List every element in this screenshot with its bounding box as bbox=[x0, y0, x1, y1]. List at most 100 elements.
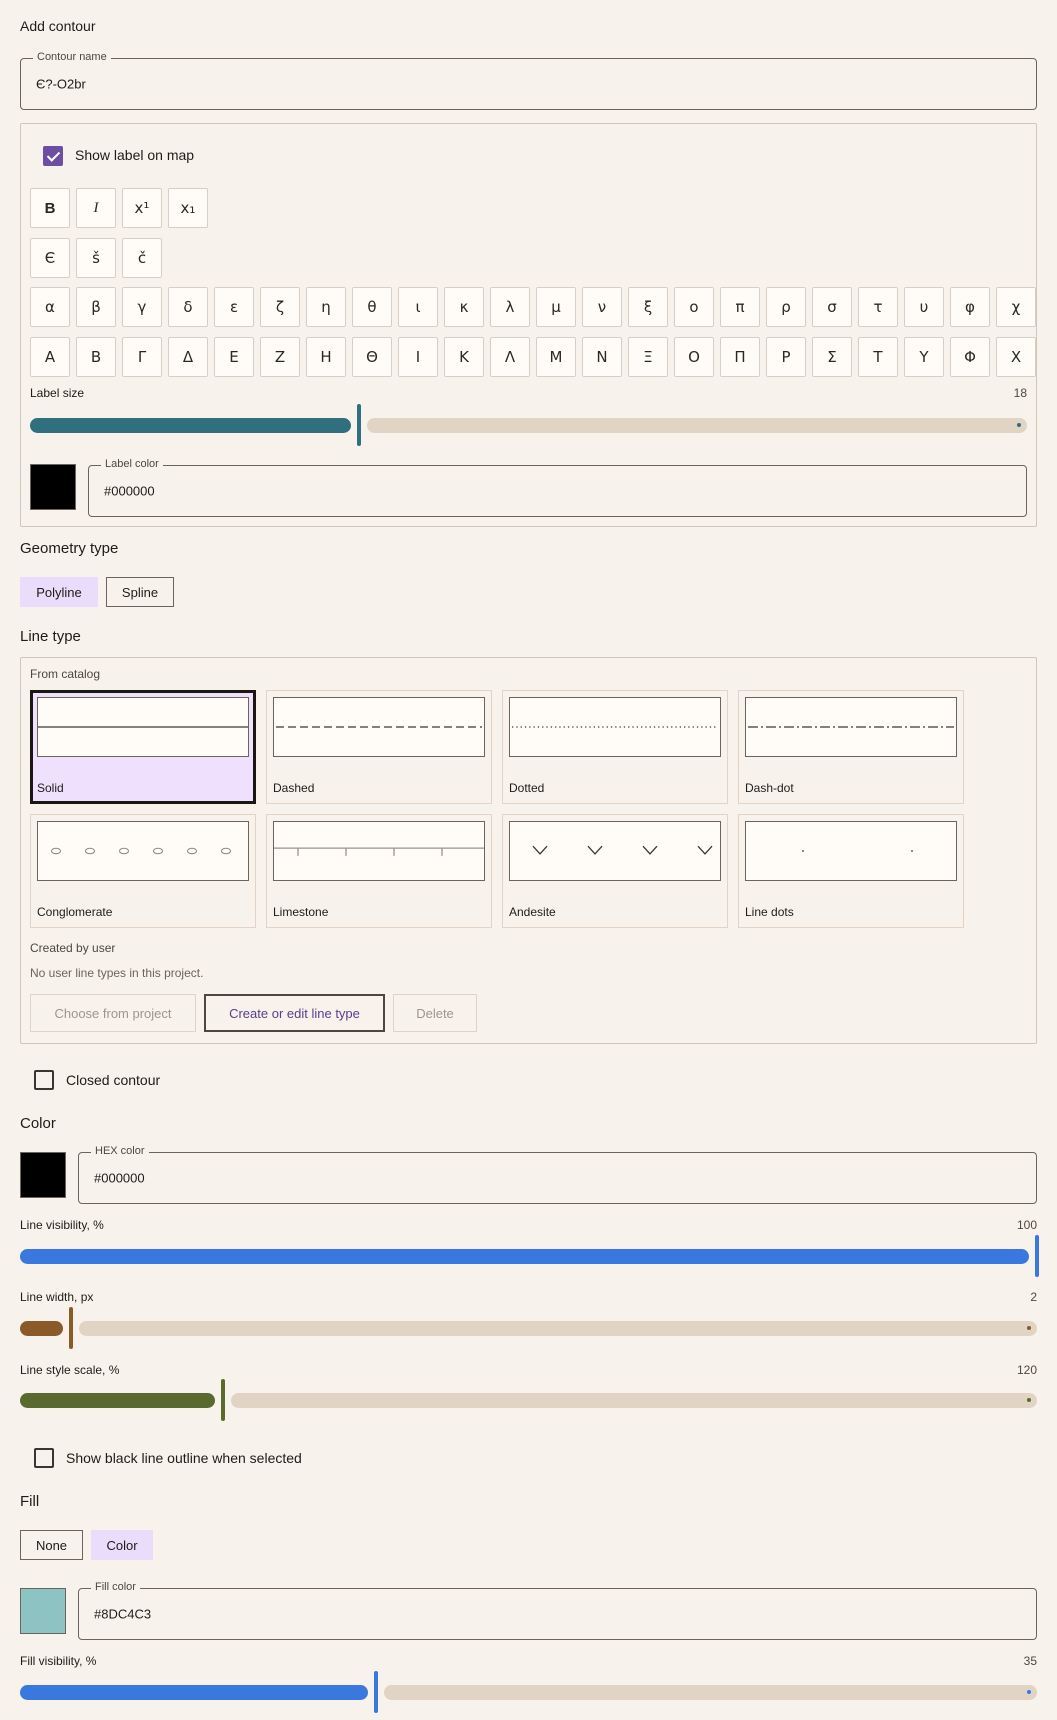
slider-inactive-track bbox=[383, 1685, 1037, 1700]
show-label-checkbox[interactable] bbox=[43, 146, 63, 166]
greek-upper-key[interactable]: Τ bbox=[858, 337, 898, 377]
black-outline-text: Show black line outline when selected bbox=[66, 1450, 302, 1466]
greek-lower-key[interactable]: φ bbox=[950, 287, 990, 327]
greek-lower-key[interactable]: θ bbox=[352, 287, 392, 327]
fill-color-field[interactable]: Fill color #8DC4C3 bbox=[78, 1581, 1037, 1640]
fill-none-button[interactable]: None bbox=[20, 1530, 83, 1560]
greek-lower-key[interactable]: ρ bbox=[766, 287, 806, 327]
fill-color-swatch[interactable] bbox=[20, 1588, 66, 1634]
line-type-card-line-dots[interactable]: Line dots bbox=[738, 814, 964, 928]
greek-upper-key[interactable]: Θ bbox=[352, 337, 392, 377]
greek-lower-key[interactable]: ο bbox=[674, 287, 714, 327]
special-char-key[interactable]: Є bbox=[30, 238, 70, 278]
line-type-name: Limestone bbox=[273, 905, 329, 919]
slider-thumb[interactable] bbox=[1035, 1235, 1039, 1277]
greek-upper-key[interactable]: Δ bbox=[168, 337, 208, 377]
greek-upper-key[interactable]: Π bbox=[720, 337, 760, 377]
slider-thumb[interactable] bbox=[373, 1671, 378, 1713]
greek-lower-key[interactable]: ν bbox=[582, 287, 622, 327]
format-key[interactable]: B bbox=[30, 188, 70, 228]
slider-active-track bbox=[20, 1321, 63, 1336]
greek-upper-key[interactable]: Σ bbox=[812, 337, 852, 377]
greek-upper-key[interactable]: Η bbox=[306, 337, 346, 377]
greek-upper-key[interactable]: Υ bbox=[904, 337, 944, 377]
hex-color-swatch[interactable] bbox=[20, 1152, 66, 1198]
greek-lower-key[interactable]: υ bbox=[904, 287, 944, 327]
line-type-name: Line dots bbox=[745, 905, 794, 919]
greek-lower-key[interactable]: κ bbox=[444, 287, 484, 327]
line-type-card-solid[interactable]: Solid bbox=[30, 690, 256, 804]
greek-upper-key[interactable]: Λ bbox=[490, 337, 530, 377]
line-type-card-dotted[interactable]: Dotted bbox=[502, 690, 728, 804]
line-width-label: Line width, px bbox=[20, 1290, 94, 1304]
slider-inactive-track bbox=[231, 1393, 1037, 1408]
greek-upper-key[interactable]: Ε bbox=[214, 337, 254, 377]
slider-active-track bbox=[30, 418, 351, 433]
greek-upper-key[interactable]: Μ bbox=[536, 337, 576, 377]
greek-upper-key[interactable]: Ξ bbox=[628, 337, 668, 377]
geometry-spline-button[interactable]: Spline bbox=[106, 577, 174, 607]
greek-upper-key[interactable]: Ι bbox=[398, 337, 438, 377]
geometry-polyline-button[interactable]: Polyline bbox=[20, 577, 98, 607]
slider-thumb[interactable] bbox=[357, 404, 361, 446]
line-type-name: Dash-dot bbox=[745, 781, 794, 795]
greek-lower-key[interactable]: σ bbox=[812, 287, 852, 327]
greek-upper-key[interactable]: Β bbox=[76, 337, 116, 377]
special-char-key[interactable]: š bbox=[76, 238, 116, 278]
format-key[interactable]: x₁ bbox=[168, 188, 208, 228]
line-visibility-label: Line visibility, % bbox=[20, 1218, 104, 1232]
slider-active-track bbox=[20, 1249, 1029, 1264]
greek-upper-key[interactable]: Ζ bbox=[260, 337, 300, 377]
line-pattern-preview-icon bbox=[512, 726, 718, 728]
line-pattern-preview-icon bbox=[276, 726, 482, 728]
format-key[interactable]: x¹ bbox=[122, 188, 162, 228]
black-outline-checkbox[interactable] bbox=[34, 1448, 54, 1468]
greek-lower-key[interactable]: π bbox=[720, 287, 760, 327]
greek-lower-key[interactable]: γ bbox=[122, 287, 162, 327]
greek-lower-key[interactable]: μ bbox=[536, 287, 576, 327]
line-type-card-dash-dot[interactable]: Dash-dot bbox=[738, 690, 964, 804]
greek-lower-key[interactable]: λ bbox=[490, 287, 530, 327]
greek-upper-key[interactable]: Κ bbox=[444, 337, 484, 377]
greek-lower-key[interactable]: β bbox=[76, 287, 116, 327]
greek-upper-key[interactable]: Ν bbox=[582, 337, 622, 377]
label-color-field[interactable]: Label color #000000 bbox=[88, 458, 1027, 517]
label-color-swatch[interactable] bbox=[30, 464, 76, 510]
greek-lower-key[interactable]: ζ bbox=[260, 287, 300, 327]
choose-from-project-button[interactable]: Choose from project bbox=[30, 994, 196, 1032]
greek-lower-key[interactable]: ι bbox=[398, 287, 438, 327]
greek-upper-key[interactable]: Χ bbox=[996, 337, 1036, 377]
line-type-card-andesite[interactable]: Andesite bbox=[502, 814, 728, 928]
greek-lower-key[interactable]: δ bbox=[168, 287, 208, 327]
greek-upper-key[interactable]: Ο bbox=[674, 337, 714, 377]
greek-upper-key[interactable]: Γ bbox=[122, 337, 162, 377]
format-key[interactable]: I bbox=[76, 188, 116, 228]
greek-lower-key[interactable]: χ bbox=[996, 287, 1036, 327]
delete-line-type-button[interactable]: Delete bbox=[393, 994, 477, 1032]
line-type-preview bbox=[745, 821, 957, 881]
closed-contour-checkbox[interactable] bbox=[34, 1070, 54, 1090]
greek-lower-key[interactable]: α bbox=[30, 287, 70, 327]
line-visibility-value: 100 bbox=[1016, 1218, 1037, 1232]
line-style-scale-value: 120 bbox=[1016, 1363, 1037, 1377]
greek-upper-key[interactable]: Ρ bbox=[766, 337, 806, 377]
special-char-key[interactable]: č bbox=[122, 238, 162, 278]
line-type-card-limestone[interactable]: Limestone bbox=[266, 814, 492, 928]
greek-lower-key[interactable]: ε bbox=[214, 287, 254, 327]
line-type-card-conglomerate[interactable]: Conglomerate bbox=[30, 814, 256, 928]
line-width-value: 2 bbox=[1030, 1290, 1037, 1304]
fill-color-button[interactable]: Color bbox=[91, 1530, 153, 1560]
contour-name-field[interactable]: Contour name Є?-O2br bbox=[20, 51, 1037, 110]
greek-lower-key[interactable]: η bbox=[306, 287, 346, 327]
greek-lower-key[interactable]: ξ bbox=[628, 287, 668, 327]
hex-color-field[interactable]: HEX color #000000 bbox=[78, 1145, 1037, 1204]
slider-thumb[interactable] bbox=[221, 1379, 226, 1421]
line-type-name: Solid bbox=[37, 781, 64, 795]
line-type-preview bbox=[509, 821, 721, 881]
greek-upper-key[interactable]: Φ bbox=[950, 337, 990, 377]
create-line-type-button[interactable]: Create or edit line type bbox=[204, 994, 385, 1032]
greek-lower-key[interactable]: τ bbox=[858, 287, 898, 327]
greek-upper-key[interactable]: Α bbox=[30, 337, 70, 377]
slider-thumb[interactable] bbox=[68, 1307, 73, 1349]
line-type-card-dashed[interactable]: Dashed bbox=[266, 690, 492, 804]
